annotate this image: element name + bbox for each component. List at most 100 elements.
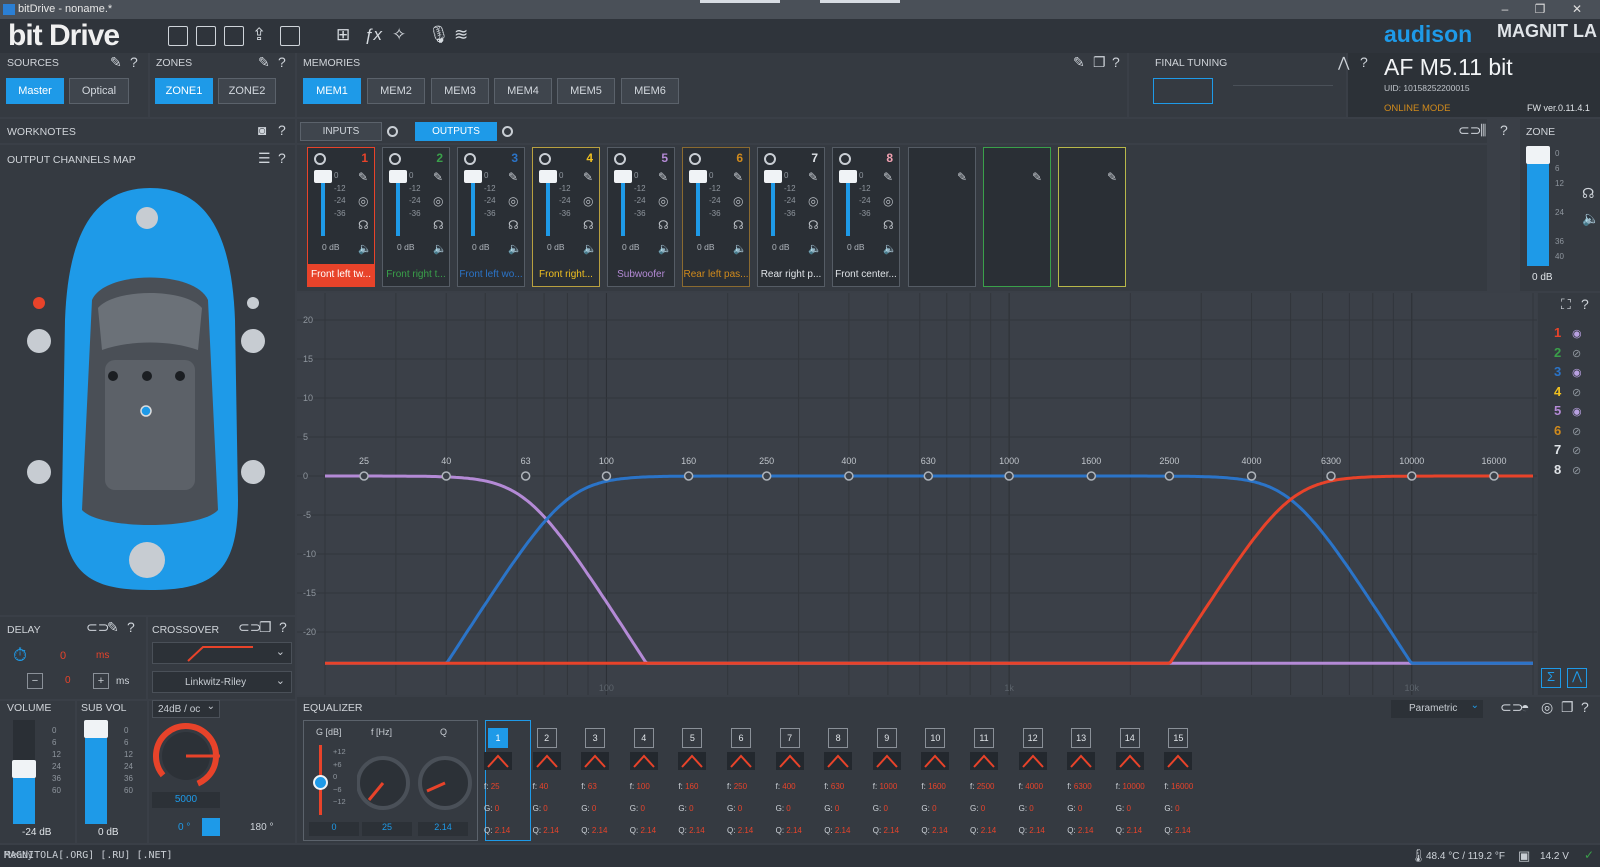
- rear-right[interactable]: [241, 460, 265, 484]
- eq-band-button[interactable]: 5: [682, 728, 703, 748]
- eq-node[interactable]: [1407, 471, 1417, 481]
- channel-fader-track[interactable]: [471, 174, 475, 236]
- eq-band-button[interactable]: 14: [1119, 728, 1140, 748]
- visibility-eye-icon[interactable]: ⊘: [1572, 444, 1581, 457]
- phase-toggle[interactable]: [202, 818, 220, 836]
- edit-icon[interactable]: ✎: [107, 619, 119, 636]
- edit-icon[interactable]: ✎: [583, 170, 593, 184]
- channel-strip-3[interactable]: 3 0 -12 -24 -36 ✎ ◎ ☊ 🔈 0 dB Front left wo...: [457, 147, 525, 287]
- mem3-button[interactable]: MEM3: [431, 78, 489, 104]
- save-icon[interactable]: [224, 26, 244, 46]
- eq-freq-value[interactable]: 25: [362, 822, 412, 836]
- eq-gain-value[interactable]: 0: [309, 822, 359, 836]
- sum-button[interactable]: Σ: [1541, 668, 1561, 688]
- eq-band-button[interactable]: 4: [633, 728, 654, 748]
- mem5-button[interactable]: MEM5: [557, 78, 615, 104]
- help-icon[interactable]: ?: [278, 150, 286, 166]
- open-folder-icon[interactable]: [168, 26, 188, 46]
- channel-strip-8[interactable]: 8 0 -12 -24 -36 ✎ ◎ ☊ 🔈 0 dB Front center...: [832, 147, 900, 287]
- channel-fader-knob[interactable]: [389, 170, 407, 183]
- listen-icon[interactable]: ☊: [733, 218, 744, 232]
- mem4-button[interactable]: MEM4: [494, 78, 552, 104]
- channel-name[interactable]: Front right t...: [383, 264, 449, 286]
- listen-icon[interactable]: ☊: [508, 218, 519, 232]
- eq-node[interactable]: [359, 471, 369, 481]
- copy-icon[interactable]: ❐: [259, 619, 272, 636]
- listen-icon[interactable]: ☊: [1582, 185, 1594, 202]
- listener-right[interactable]: [175, 371, 185, 381]
- channel-fader-knob[interactable]: [764, 170, 782, 183]
- channel-strip-7[interactable]: 7 0 -12 -24 -36 ✎ ◎ ☊ 🔈 0 dB Rear right p...: [757, 147, 825, 287]
- eq-band-button[interactable]: 12: [1022, 728, 1043, 748]
- eq-band-button[interactable]: 13: [1071, 728, 1092, 748]
- eq-node[interactable]: [761, 471, 772, 481]
- microphone-icon[interactable]: 🎙: [428, 25, 450, 45]
- empty-slot[interactable]: ✎: [983, 147, 1051, 287]
- curve-button[interactable]: ⋀: [1567, 668, 1587, 688]
- slope-select[interactable]: 24dB / oc ⌄: [152, 700, 220, 718]
- channel-strip-4[interactable]: 4 0 -12 -24 -36 ✎ ◎ ☊ 🔈 0 dB Front right...: [532, 147, 600, 287]
- listening-point[interactable]: [140, 405, 152, 417]
- help-icon[interactable]: ?: [1112, 54, 1120, 70]
- channel-select-radio[interactable]: [839, 153, 851, 165]
- link-icon[interactable]: ⊂⊃: [238, 619, 261, 636]
- curve-icon[interactable]: ⋀: [1338, 54, 1349, 71]
- delay-value[interactable]: 0: [60, 650, 66, 662]
- zone2-button[interactable]: ZONE2: [218, 78, 276, 104]
- help-icon[interactable]: ?: [127, 619, 135, 635]
- copy-icon[interactable]: ❐: [1561, 699, 1574, 716]
- close-button[interactable]: ✕: [1562, 1, 1592, 18]
- channel-name[interactable]: Front center...: [833, 264, 899, 286]
- speaker-icon[interactable]: ◎: [508, 194, 518, 208]
- eq-node[interactable]: [1004, 471, 1014, 481]
- channel-name[interactable]: Front left tw...: [308, 264, 374, 286]
- channel-strip-2[interactable]: 2 0 -12 -24 -36 ✎ ◎ ☊ 🔈 0 dB Front right t...: [382, 147, 450, 287]
- document-icon[interactable]: [280, 26, 300, 46]
- edit-icon[interactable]: ✎: [258, 54, 270, 71]
- woofer-right[interactable]: [241, 329, 265, 353]
- visibility-eye-icon[interactable]: ⊘: [1572, 347, 1581, 360]
- channel-fader-track[interactable]: [621, 174, 625, 236]
- channel-fader-knob[interactable]: [464, 170, 482, 183]
- channel-strip-1[interactable]: 1 0 -12 -24 -36 ✎ ◎ ☊ 🔈 0 dB Front left tw...: [307, 147, 375, 287]
- channel-fader-track[interactable]: [546, 174, 550, 236]
- link-icon[interactable]: ⊂⊃: [1458, 122, 1481, 139]
- eq-node[interactable]: [844, 471, 854, 481]
- channel-strip-5[interactable]: 5 0 -12 -24 -36 ✎ ◎ ☊ 🔈 0 dB Subwoofer: [607, 147, 675, 287]
- edit-icon[interactable]: ✎: [358, 170, 368, 184]
- peak-filter-icon[interactable]: [824, 752, 853, 770]
- eq-band-button[interactable]: 2: [536, 728, 557, 748]
- restore-button[interactable]: ❐: [1525, 1, 1555, 18]
- eq-node[interactable]: [1489, 471, 1499, 481]
- subwoofer[interactable]: [129, 542, 165, 578]
- zone1-button[interactable]: ZONE1: [155, 78, 213, 104]
- zone-fader-track[interactable]: [1527, 148, 1549, 266]
- peak-filter-icon[interactable]: [629, 752, 658, 770]
- subvol-fader-knob[interactable]: [84, 720, 108, 738]
- channel-name[interactable]: Front left wo...: [458, 264, 524, 286]
- eq-node[interactable]: [601, 471, 612, 481]
- channel-select-radio[interactable]: [689, 153, 701, 165]
- empty-slot[interactable]: ✎: [908, 147, 976, 287]
- peak-filter-icon[interactable]: [1067, 752, 1096, 770]
- help-icon[interactable]: ?: [1360, 54, 1368, 70]
- peak-filter-icon[interactable]: [970, 752, 998, 770]
- peak-filter-icon[interactable]: [581, 752, 610, 770]
- peak-filter-icon[interactable]: [532, 752, 561, 770]
- peak-filter-icon[interactable]: [775, 752, 804, 770]
- tab-outputs[interactable]: OUTPUTS: [415, 122, 497, 141]
- mixer-icon[interactable]: ⫼: [1480, 122, 1486, 139]
- woofer-left[interactable]: [27, 329, 51, 353]
- eq-node[interactable]: [520, 471, 531, 481]
- eq-mode-select[interactable]: Parametric ⌄: [1391, 700, 1483, 718]
- gain-slider-thumb[interactable]: [313, 775, 328, 790]
- eq-node[interactable]: [1246, 471, 1257, 481]
- listen-icon[interactable]: ☊: [433, 218, 444, 232]
- mute-icon[interactable]: 🔈: [733, 242, 747, 255]
- peak-filter-icon[interactable]: [872, 752, 901, 770]
- channel-fader-track[interactable]: [396, 174, 400, 236]
- camera-icon[interactable]: ◙: [258, 122, 266, 138]
- channel-select-radio[interactable]: [464, 153, 476, 165]
- channel-fader-knob[interactable]: [314, 170, 332, 183]
- help-icon[interactable]: ?: [130, 54, 138, 70]
